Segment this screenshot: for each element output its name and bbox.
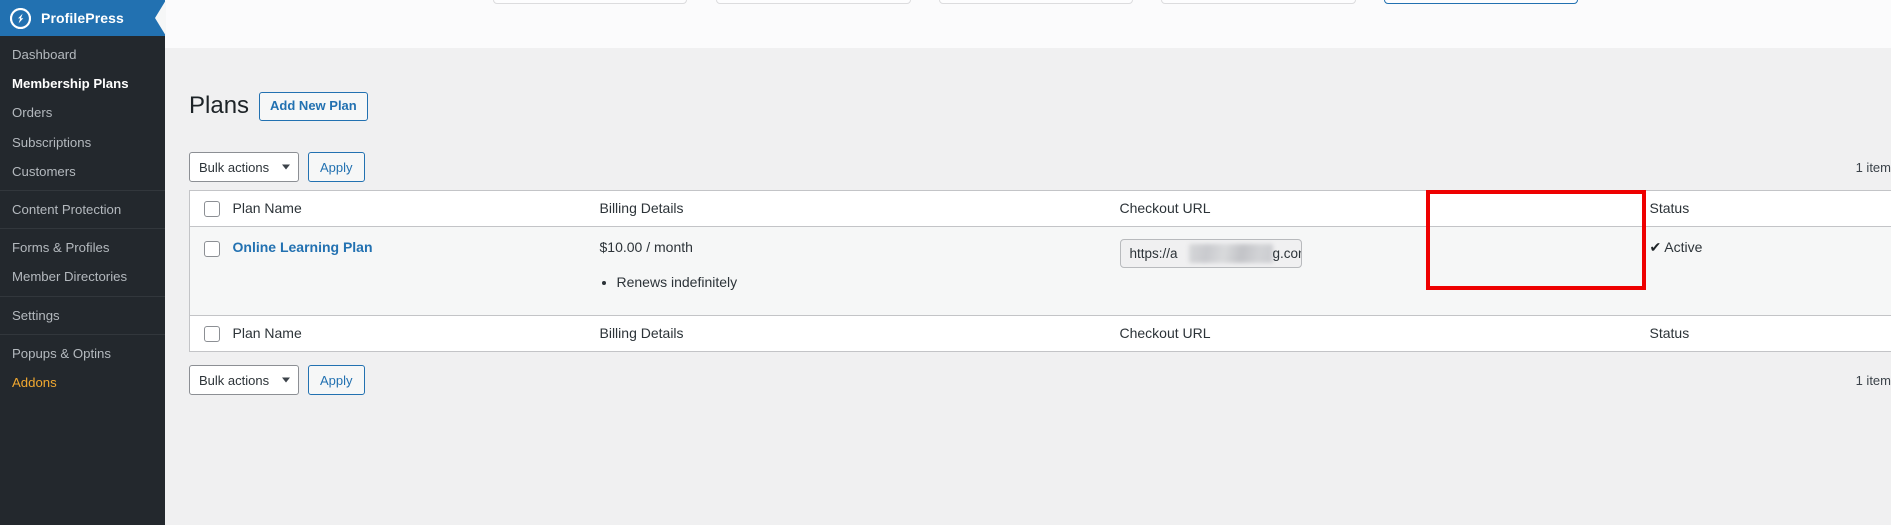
sidebar-item-member-directories[interactable]: Member Directories [0,262,165,291]
cell-status: ✔ Active [1649,226,1891,316]
column-header-billing-details[interactable]: Billing Details [599,190,1120,228]
sidebar-group: Popups & Optins Addons [0,335,165,401]
table-header-row: Plan Name Billing Details Checkout URL S… [189,190,1891,228]
admin-sidebar: ProfilePress Dashboard Membership Plans Or… [0,0,166,525]
footer-header-plan-name[interactable]: Plan Name [232,314,600,352]
billing-note: Renews indefinitely [617,273,1120,293]
top-clipped-band [165,0,1891,48]
select-all-checkbox-top[interactable] [204,201,220,218]
check-icon: ✔ [1649,239,1662,256]
clipped-card-2[interactable] [716,0,911,4]
sidebar-item-popups-optins[interactable]: Popups & Optins [0,339,165,368]
footer-header-checkout-url[interactable]: Checkout URL [1119,314,1650,352]
table-footer-row: Plan Name Billing Details Checkout URL S… [189,314,1891,352]
profilepress-admin-screen: ProfilePress Dashboard Membership Plans Or… [0,0,1891,525]
billing-price: $10.00 / month [599,239,693,256]
sidebar-item-membership-plans[interactable]: Membership Plans [0,69,165,98]
column-header-plan-name[interactable]: Plan Name [232,190,600,228]
row-select-cell [189,226,233,316]
sidebar-group: Forms & Profiles Member Directories [0,229,165,295]
sidebar-item-forms-profiles[interactable]: Forms & Profiles [0,233,165,262]
clipped-card-5[interactable] [1384,0,1578,4]
table-row: Online Learning Plan $10.00 / month Rene… [189,226,1891,316]
item-count-bottom: 1 item [1855,372,1891,388]
brand-name: ProfilePress [41,10,124,26]
bulk-actions-select-top[interactable]: Bulk actions [189,152,299,182]
sidebar-brand: ProfilePress [0,0,166,36]
select-all-header [189,190,233,228]
sidebar-item-dashboard[interactable]: Dashboard [0,40,165,69]
bulk-actions-value-bottom: Bulk actions [199,372,270,388]
sidebar-item-addons[interactable]: Addons [0,368,165,397]
footer-header-status[interactable]: Status [1649,314,1891,352]
sidebar-item-content-protection[interactable]: Content Protection [0,195,165,224]
tablenav-bottom: Bulk actions Apply 1 item [189,365,1891,395]
bulk-actions-value-top: Bulk actions [199,159,270,175]
sidebar-group: Settings [0,297,165,334]
column-header-checkout-url[interactable]: Checkout URL [1119,190,1650,228]
sidebar-item-orders[interactable]: Orders [0,98,165,127]
main-content: Plans Add New Plan Bulk actions Apply 1 … [165,0,1891,525]
add-new-plan-button[interactable]: Add New Plan [259,92,368,121]
profilepress-logo-icon [10,7,31,29]
page-title: Plans [189,92,250,120]
checkout-url-prefix: https://a [1129,246,1178,262]
checkout-url-input[interactable]: https://a g.con [1119,239,1302,269]
sidebar-item-customers[interactable]: Customers [0,157,165,186]
apply-button-bottom[interactable]: Apply [308,365,365,395]
item-count-top: 1 item [1855,159,1891,175]
apply-button-top[interactable]: Apply [308,152,365,182]
chevron-down-icon [282,164,290,170]
plan-name-link[interactable]: Online Learning Plan [233,239,373,255]
redaction-blur [1188,244,1273,264]
sidebar-group: Dashboard Membership Plans Orders Subscript… [0,36,165,190]
tablenav-top: Bulk actions Apply 1 item [189,152,1891,182]
billing-notes-list: Renews indefinitely [617,273,1120,293]
checkout-url-suffix: g.con [1272,246,1301,262]
sidebar-item-settings[interactable]: Settings [0,301,165,330]
clipped-card-1[interactable] [493,0,687,4]
status-label: Active [1664,239,1703,256]
footer-header-billing-details[interactable]: Billing Details [599,314,1120,352]
select-all-checkbox-bottom[interactable] [204,326,220,343]
cell-checkout-url: https://a g.con [1119,226,1650,316]
sidebar-group: Content Protection [0,191,165,228]
sidebar-nav: Dashboard Membership Plans Orders Subscript… [0,36,165,401]
brand-notch [155,0,166,36]
chevron-down-icon [282,377,290,383]
plans-table: Plan Name Billing Details Checkout URL S… [189,190,1891,353]
select-all-footer [189,314,233,352]
column-header-status[interactable]: Status [1649,190,1891,228]
bulk-actions-select-bottom[interactable]: Bulk actions [189,365,299,395]
cell-plan-name: Online Learning Plan [232,226,600,316]
clipped-card-4[interactable] [1161,0,1356,4]
cell-billing-details: $10.00 / month Renews indefinitely [599,226,1120,316]
clipped-card-3[interactable] [939,0,1133,4]
row-checkbox[interactable] [204,240,220,257]
sidebar-item-subscriptions[interactable]: Subscriptions [0,128,165,157]
page-header: Plans Add New Plan [189,92,368,121]
status-badge: ✔ Active [1650,239,1703,255]
